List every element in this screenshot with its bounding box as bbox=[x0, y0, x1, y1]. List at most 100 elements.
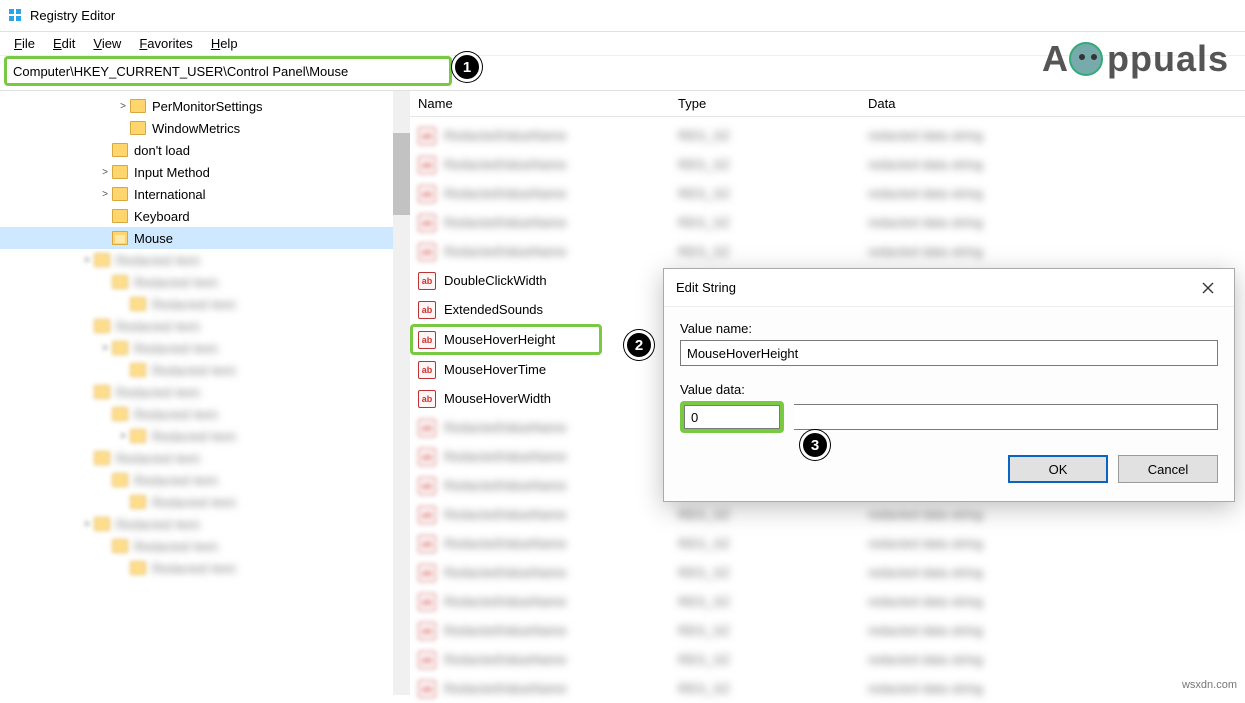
string-value-icon: ab bbox=[418, 448, 436, 466]
expander-icon[interactable]: > bbox=[98, 189, 112, 200]
value-type: REG_SZ bbox=[678, 157, 730, 172]
string-value-icon: ab bbox=[418, 272, 436, 290]
value-data: redacted data string bbox=[868, 128, 983, 143]
folder-icon bbox=[94, 517, 110, 531]
string-value-icon: ab bbox=[418, 243, 436, 261]
address-bar[interactable]: Computer\HKEY_CURRENT_USER\Control Panel… bbox=[4, 56, 452, 86]
close-icon bbox=[1202, 282, 1214, 294]
tree-item-obscured[interactable]: Redacted item bbox=[0, 381, 410, 403]
tree-item[interactable]: >Input Method bbox=[0, 161, 410, 183]
value-row-obscured[interactable]: abRedactedValueNameREG_SZredacted data s… bbox=[410, 529, 1245, 558]
menu-file[interactable]: File bbox=[6, 34, 43, 53]
header-type[interactable]: Type bbox=[678, 96, 868, 111]
window-title: Registry Editor bbox=[30, 8, 115, 23]
string-value-icon: ab bbox=[418, 185, 436, 203]
tree-item-obscured[interactable]: Redacted item bbox=[0, 557, 410, 579]
tree-item-obscured[interactable]: >Redacted item bbox=[0, 513, 410, 535]
tree-scrollbar[interactable] bbox=[393, 91, 410, 695]
tree-item-obscured[interactable]: Redacted item bbox=[0, 359, 410, 381]
string-value-icon: ab bbox=[418, 156, 436, 174]
value-row-obscured[interactable]: abRedactedValueNameREG_SZredacted data s… bbox=[410, 237, 1245, 266]
expander-icon[interactable]: > bbox=[116, 101, 130, 112]
folder-icon bbox=[112, 187, 128, 201]
tree-item-obscured[interactable]: Redacted item bbox=[0, 469, 410, 491]
tree-item-label: Redacted item bbox=[134, 341, 218, 356]
folder-icon bbox=[130, 121, 146, 135]
value-data-field[interactable] bbox=[684, 405, 780, 429]
value-row-obscured[interactable]: abRedactedValueNameREG_SZredacted data s… bbox=[410, 121, 1245, 150]
string-value-icon: ab bbox=[418, 535, 436, 553]
dialog-close-button[interactable] bbox=[1194, 274, 1222, 302]
tree-item[interactable]: > International bbox=[0, 183, 410, 205]
folder-icon bbox=[130, 429, 146, 443]
menu-edit[interactable]: Edit bbox=[45, 34, 83, 53]
value-name-label: RedactedValueName bbox=[444, 420, 567, 435]
tree-item-obscured[interactable]: Redacted item bbox=[0, 271, 410, 293]
expander-icon[interactable]: > bbox=[80, 255, 94, 266]
value-data: redacted data string bbox=[868, 652, 983, 667]
cancel-button[interactable]: Cancel bbox=[1118, 455, 1218, 483]
menu-help[interactable]: Help bbox=[203, 34, 246, 53]
expander-icon[interactable]: > bbox=[98, 167, 112, 178]
header-data[interactable]: Data bbox=[868, 96, 1245, 111]
tree-item-label: Redacted item bbox=[134, 473, 218, 488]
list-headers: Name Type Data bbox=[410, 91, 1245, 117]
value-type: REG_SZ bbox=[678, 215, 730, 230]
tree-item-label: International bbox=[134, 187, 206, 202]
tree-item-obscured[interactable]: >Redacted item bbox=[0, 249, 410, 271]
value-row[interactable]: abMouseHoverHeight bbox=[410, 324, 602, 355]
scroll-thumb[interactable] bbox=[393, 133, 410, 215]
tree-item-label: Redacted item bbox=[116, 451, 200, 466]
menu-view[interactable]: View bbox=[85, 34, 129, 53]
value-row-obscured[interactable]: abRedactedValueNameREG_SZredacted data s… bbox=[410, 587, 1245, 616]
value-data-field-extent[interactable] bbox=[794, 404, 1218, 430]
value-name-field[interactable] bbox=[680, 340, 1218, 366]
tree-item-obscured[interactable]: >Redacted item bbox=[0, 425, 410, 447]
watermark: wsxdn.com bbox=[1182, 679, 1237, 691]
value-row-obscured[interactable]: abRedactedValueNameREG_SZredacted data s… bbox=[410, 645, 1245, 674]
value-row-obscured[interactable]: abRedactedValueNameREG_SZredacted data s… bbox=[410, 150, 1245, 179]
header-name[interactable]: Name bbox=[418, 96, 678, 111]
value-row-obscured[interactable]: abRedactedValueNameREG_SZredacted data s… bbox=[410, 558, 1245, 587]
tree-item-obscured[interactable]: Redacted item bbox=[0, 293, 410, 315]
tree-item[interactable]: Keyboard bbox=[0, 205, 410, 227]
expander-icon[interactable]: > bbox=[98, 343, 112, 354]
value-name-label: RedactedValueName bbox=[444, 536, 567, 551]
tree-item[interactable]: Mouse bbox=[0, 227, 410, 249]
tree-item-label: WindowMetrics bbox=[152, 121, 240, 136]
tree-item-label: PerMonitorSettings bbox=[152, 99, 263, 114]
ok-button[interactable]: OK bbox=[1008, 455, 1108, 483]
tree-pane: > PerMonitorSettings WindowMetrics don't lo… bbox=[0, 91, 410, 695]
value-type: REG_SZ bbox=[678, 594, 730, 609]
folder-icon bbox=[94, 319, 110, 333]
expander-icon[interactable]: > bbox=[116, 431, 130, 442]
folder-icon bbox=[112, 209, 128, 223]
tree-item-obscured[interactable]: Redacted item bbox=[0, 447, 410, 469]
tree-item-label: Redacted item bbox=[134, 539, 218, 554]
tree-item[interactable]: WindowMetrics bbox=[0, 117, 410, 139]
value-name-label: RedactedValueName bbox=[444, 449, 567, 464]
value-row-obscured[interactable]: abRedactedValueNameREG_SZredacted data s… bbox=[410, 616, 1245, 645]
logo-face-icon bbox=[1069, 42, 1103, 76]
value-data: redacted data string bbox=[868, 215, 983, 230]
string-value-icon: ab bbox=[418, 593, 436, 611]
tree-item-obscured[interactable]: Redacted item bbox=[0, 315, 410, 337]
tree-item-obscured[interactable]: Redacted item bbox=[0, 535, 410, 557]
menu-favorites[interactable]: Favorites bbox=[131, 34, 200, 53]
value-name-label: MouseHoverTime bbox=[444, 362, 546, 377]
tree-item-label: Keyboard bbox=[134, 209, 190, 224]
tree-item[interactable]: > PerMonitorSettings bbox=[0, 95, 410, 117]
value-data: redacted data string bbox=[868, 536, 983, 551]
folder-icon bbox=[94, 385, 110, 399]
value-type: REG_SZ bbox=[678, 623, 730, 638]
expander-icon[interactable]: > bbox=[80, 519, 94, 530]
value-row-obscured[interactable]: abRedactedValueNameREG_SZredacted data s… bbox=[410, 179, 1245, 208]
tree-item-label: don't load bbox=[134, 143, 190, 158]
value-row-obscured[interactable]: abRedactedValueNameREG_SZredacted data s… bbox=[410, 500, 1245, 529]
tree-item-obscured[interactable]: Redacted item bbox=[0, 491, 410, 513]
value-row-obscured[interactable]: abRedactedValueNameREG_SZredacted data s… bbox=[410, 208, 1245, 237]
tree-item-obscured[interactable]: Redacted item bbox=[0, 403, 410, 425]
tree-item[interactable]: don't load bbox=[0, 139, 410, 161]
tree-item-obscured[interactable]: > Redacted item bbox=[0, 337, 410, 359]
value-row-obscured[interactable]: abRedactedValueNameREG_SZredacted data s… bbox=[410, 674, 1245, 703]
